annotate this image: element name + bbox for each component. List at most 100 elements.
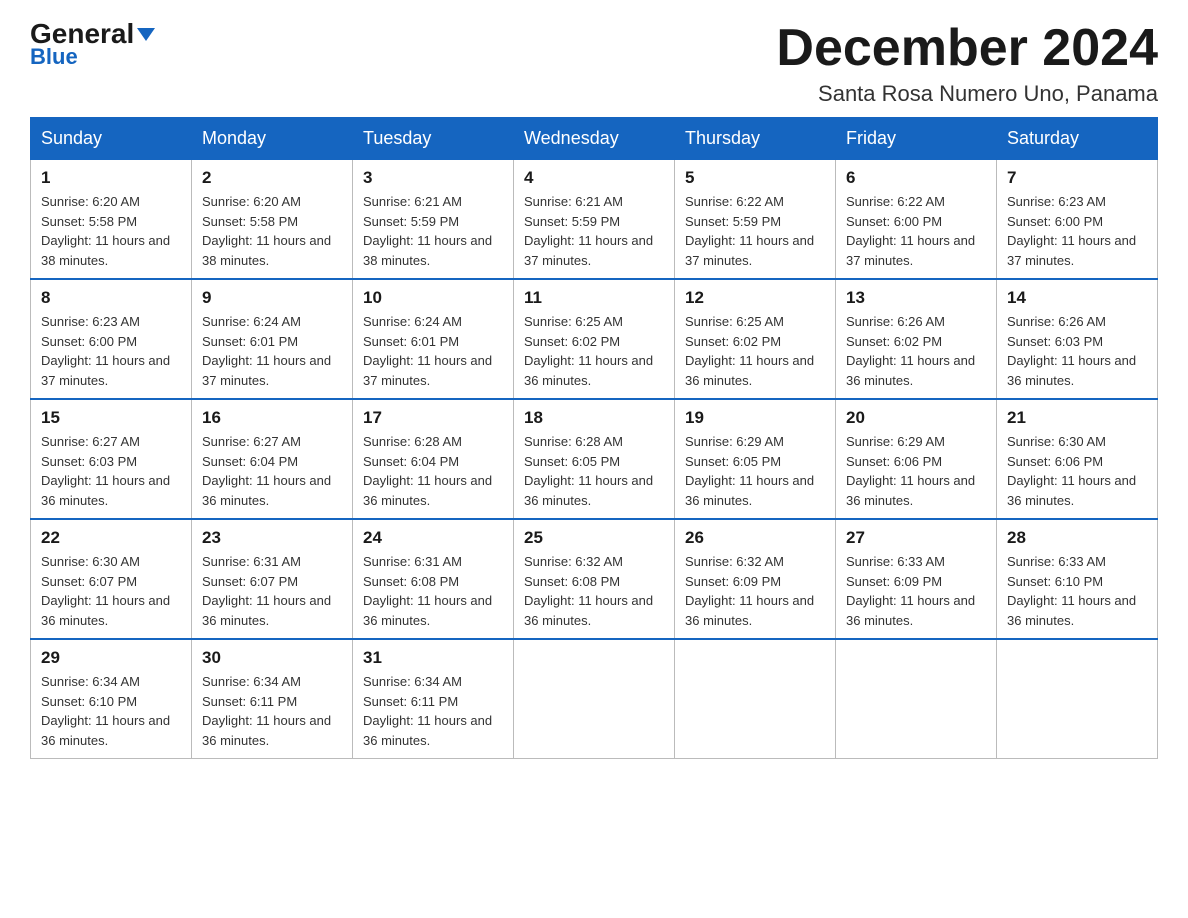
day-info: Sunrise: 6:30 AMSunset: 6:06 PMDaylight:…	[1007, 432, 1147, 510]
day-number: 19	[685, 408, 825, 428]
day-number: 16	[202, 408, 342, 428]
table-row: 10 Sunrise: 6:24 AMSunset: 6:01 PMDaylig…	[353, 279, 514, 399]
table-row: 25 Sunrise: 6:32 AMSunset: 6:08 PMDaylig…	[514, 519, 675, 639]
table-row: 15 Sunrise: 6:27 AMSunset: 6:03 PMDaylig…	[31, 399, 192, 519]
table-row: 29 Sunrise: 6:34 AMSunset: 6:10 PMDaylig…	[31, 639, 192, 759]
day-number: 15	[41, 408, 181, 428]
table-row	[836, 639, 997, 759]
day-info: Sunrise: 6:22 AMSunset: 5:59 PMDaylight:…	[685, 192, 825, 270]
table-row: 17 Sunrise: 6:28 AMSunset: 6:04 PMDaylig…	[353, 399, 514, 519]
table-row: 24 Sunrise: 6:31 AMSunset: 6:08 PMDaylig…	[353, 519, 514, 639]
table-row: 18 Sunrise: 6:28 AMSunset: 6:05 PMDaylig…	[514, 399, 675, 519]
table-row	[514, 639, 675, 759]
day-info: Sunrise: 6:33 AMSunset: 6:10 PMDaylight:…	[1007, 552, 1147, 630]
table-row: 12 Sunrise: 6:25 AMSunset: 6:02 PMDaylig…	[675, 279, 836, 399]
col-saturday: Saturday	[997, 118, 1158, 160]
location: Santa Rosa Numero Uno, Panama	[776, 81, 1158, 107]
day-number: 27	[846, 528, 986, 548]
day-info: Sunrise: 6:29 AMSunset: 6:05 PMDaylight:…	[685, 432, 825, 510]
table-row: 26 Sunrise: 6:32 AMSunset: 6:09 PMDaylig…	[675, 519, 836, 639]
day-number: 21	[1007, 408, 1147, 428]
month-title: December 2024	[776, 20, 1158, 77]
day-number: 6	[846, 168, 986, 188]
day-info: Sunrise: 6:21 AMSunset: 5:59 PMDaylight:…	[363, 192, 503, 270]
day-info: Sunrise: 6:20 AMSunset: 5:58 PMDaylight:…	[41, 192, 181, 270]
table-row: 11 Sunrise: 6:25 AMSunset: 6:02 PMDaylig…	[514, 279, 675, 399]
table-row: 6 Sunrise: 6:22 AMSunset: 6:00 PMDayligh…	[836, 160, 997, 280]
title-block: December 2024 Santa Rosa Numero Uno, Pan…	[776, 20, 1158, 107]
day-number: 22	[41, 528, 181, 548]
day-info: Sunrise: 6:25 AMSunset: 6:02 PMDaylight:…	[524, 312, 664, 390]
day-info: Sunrise: 6:25 AMSunset: 6:02 PMDaylight:…	[685, 312, 825, 390]
day-number: 18	[524, 408, 664, 428]
table-row: 19 Sunrise: 6:29 AMSunset: 6:05 PMDaylig…	[675, 399, 836, 519]
day-number: 30	[202, 648, 342, 668]
table-row: 13 Sunrise: 6:26 AMSunset: 6:02 PMDaylig…	[836, 279, 997, 399]
day-info: Sunrise: 6:26 AMSunset: 6:02 PMDaylight:…	[846, 312, 986, 390]
day-info: Sunrise: 6:21 AMSunset: 5:59 PMDaylight:…	[524, 192, 664, 270]
calendar-week-row: 8 Sunrise: 6:23 AMSunset: 6:00 PMDayligh…	[31, 279, 1158, 399]
day-info: Sunrise: 6:28 AMSunset: 6:05 PMDaylight:…	[524, 432, 664, 510]
day-info: Sunrise: 6:23 AMSunset: 6:00 PMDaylight:…	[41, 312, 181, 390]
table-row: 31 Sunrise: 6:34 AMSunset: 6:11 PMDaylig…	[353, 639, 514, 759]
table-row: 4 Sunrise: 6:21 AMSunset: 5:59 PMDayligh…	[514, 160, 675, 280]
day-number: 17	[363, 408, 503, 428]
col-wednesday: Wednesday	[514, 118, 675, 160]
day-number: 26	[685, 528, 825, 548]
table-row	[997, 639, 1158, 759]
day-info: Sunrise: 6:29 AMSunset: 6:06 PMDaylight:…	[846, 432, 986, 510]
day-number: 14	[1007, 288, 1147, 308]
table-row: 2 Sunrise: 6:20 AMSunset: 5:58 PMDayligh…	[192, 160, 353, 280]
day-number: 12	[685, 288, 825, 308]
day-number: 25	[524, 528, 664, 548]
day-number: 4	[524, 168, 664, 188]
logo-arrow-icon	[137, 28, 155, 41]
table-row: 21 Sunrise: 6:30 AMSunset: 6:06 PMDaylig…	[997, 399, 1158, 519]
day-info: Sunrise: 6:33 AMSunset: 6:09 PMDaylight:…	[846, 552, 986, 630]
day-number: 13	[846, 288, 986, 308]
table-row: 20 Sunrise: 6:29 AMSunset: 6:06 PMDaylig…	[836, 399, 997, 519]
page-header: General Blue December 2024 Santa Rosa Nu…	[30, 20, 1158, 107]
day-info: Sunrise: 6:27 AMSunset: 6:03 PMDaylight:…	[41, 432, 181, 510]
day-info: Sunrise: 6:32 AMSunset: 6:08 PMDaylight:…	[524, 552, 664, 630]
logo: General Blue	[30, 20, 155, 70]
day-number: 11	[524, 288, 664, 308]
day-number: 31	[363, 648, 503, 668]
day-number: 3	[363, 168, 503, 188]
table-row: 9 Sunrise: 6:24 AMSunset: 6:01 PMDayligh…	[192, 279, 353, 399]
col-tuesday: Tuesday	[353, 118, 514, 160]
day-info: Sunrise: 6:28 AMSunset: 6:04 PMDaylight:…	[363, 432, 503, 510]
calendar-week-row: 15 Sunrise: 6:27 AMSunset: 6:03 PMDaylig…	[31, 399, 1158, 519]
day-number: 7	[1007, 168, 1147, 188]
day-number: 10	[363, 288, 503, 308]
table-row: 14 Sunrise: 6:26 AMSunset: 6:03 PMDaylig…	[997, 279, 1158, 399]
table-row: 7 Sunrise: 6:23 AMSunset: 6:00 PMDayligh…	[997, 160, 1158, 280]
day-info: Sunrise: 6:34 AMSunset: 6:10 PMDaylight:…	[41, 672, 181, 750]
day-number: 20	[846, 408, 986, 428]
day-number: 29	[41, 648, 181, 668]
col-monday: Monday	[192, 118, 353, 160]
day-info: Sunrise: 6:23 AMSunset: 6:00 PMDaylight:…	[1007, 192, 1147, 270]
day-number: 28	[1007, 528, 1147, 548]
table-row: 27 Sunrise: 6:33 AMSunset: 6:09 PMDaylig…	[836, 519, 997, 639]
table-row: 3 Sunrise: 6:21 AMSunset: 5:59 PMDayligh…	[353, 160, 514, 280]
day-number: 9	[202, 288, 342, 308]
day-info: Sunrise: 6:31 AMSunset: 6:08 PMDaylight:…	[363, 552, 503, 630]
col-friday: Friday	[836, 118, 997, 160]
table-row	[675, 639, 836, 759]
day-info: Sunrise: 6:30 AMSunset: 6:07 PMDaylight:…	[41, 552, 181, 630]
calendar-week-row: 29 Sunrise: 6:34 AMSunset: 6:10 PMDaylig…	[31, 639, 1158, 759]
day-info: Sunrise: 6:22 AMSunset: 6:00 PMDaylight:…	[846, 192, 986, 270]
calendar-table: Sunday Monday Tuesday Wednesday Thursday…	[30, 117, 1158, 759]
table-row: 28 Sunrise: 6:33 AMSunset: 6:10 PMDaylig…	[997, 519, 1158, 639]
col-sunday: Sunday	[31, 118, 192, 160]
day-info: Sunrise: 6:24 AMSunset: 6:01 PMDaylight:…	[202, 312, 342, 390]
day-info: Sunrise: 6:20 AMSunset: 5:58 PMDaylight:…	[202, 192, 342, 270]
day-info: Sunrise: 6:34 AMSunset: 6:11 PMDaylight:…	[202, 672, 342, 750]
day-info: Sunrise: 6:24 AMSunset: 6:01 PMDaylight:…	[363, 312, 503, 390]
day-info: Sunrise: 6:27 AMSunset: 6:04 PMDaylight:…	[202, 432, 342, 510]
day-number: 1	[41, 168, 181, 188]
day-number: 5	[685, 168, 825, 188]
day-number: 23	[202, 528, 342, 548]
table-row: 23 Sunrise: 6:31 AMSunset: 6:07 PMDaylig…	[192, 519, 353, 639]
